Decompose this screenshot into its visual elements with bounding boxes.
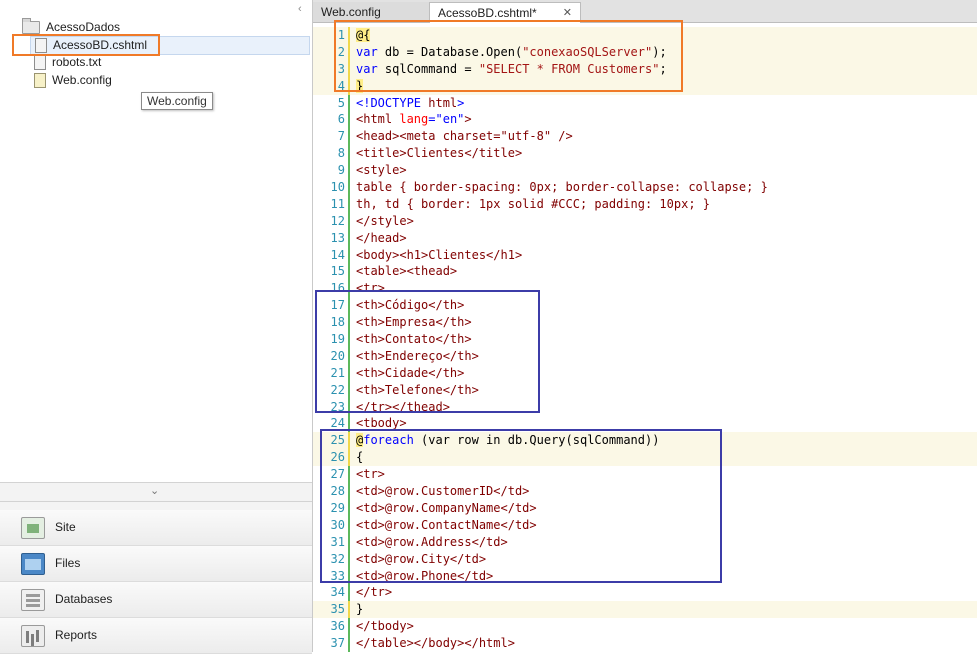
tab-label: AcessoBD.cshtml* — [438, 6, 537, 20]
config-file-icon — [34, 73, 46, 89]
code-line: 6 <html lang="en"> — [337, 111, 472, 129]
code-line: 13 </head> — [330, 229, 407, 247]
code-line: 18 <th>Empresa</th> — [330, 314, 472, 332]
code-line: 32 <td>@row.City</td> — [330, 550, 487, 568]
tree-file-robots[interactable]: robots.txt — [34, 54, 101, 71]
site-icon — [21, 517, 45, 539]
code-line: 12 </style> — [330, 212, 414, 230]
code-line: 5 <!DOCTYPE html> — [337, 94, 465, 112]
databases-icon — [21, 589, 45, 611]
code-line: 37 </table></body></html> — [330, 635, 515, 652]
code-line: 25 @foreach (var row in db.Query(sqlComma… — [313, 432, 977, 450]
code-line: 28 <td>@row.CustomerID</td> — [330, 483, 530, 500]
tree-file-label: Web.config — [52, 73, 112, 87]
tree-folder-acessodados[interactable]: AcessoDados — [22, 18, 121, 36]
code-area[interactable]: 1 @{ 2 var db = Database.Open("conexaoSQLS… — [313, 27, 977, 652]
nav-item-files[interactable]: Files — [0, 546, 312, 582]
tab-acessobd[interactable]: AcessoBD.cshtml* ✕ — [429, 2, 581, 23]
panel-splitter[interactable]: ⌄ — [0, 482, 312, 502]
tree-file-label: AcessoBD.cshtml — [53, 38, 148, 52]
chevron-down-icon[interactable]: ⌄ — [150, 484, 159, 497]
file-tree: ‹ AcessoDados AcessoBD.cshtml robots.txt… — [0, 0, 312, 482]
left-panel: ‹ AcessoDados AcessoBD.cshtml robots.txt… — [0, 0, 313, 654]
code-line: 27 <tr> — [330, 466, 385, 484]
code-line: 7 <head><meta charset="utf-8" /> — [337, 128, 573, 146]
code-line: 26{ — [313, 449, 977, 467]
file-icon — [35, 38, 47, 54]
code-line: 16 <tr> — [330, 280, 385, 298]
tree-file-label: robots.txt — [52, 55, 102, 69]
code-line: 36 </tbody> — [330, 618, 414, 636]
code-line: 9 <style> — [337, 162, 407, 180]
code-line: 21 <th>Cidade</th> — [330, 364, 465, 382]
code-line: 11 th, td { border: 1px solid #CCC; paddi… — [330, 195, 711, 213]
code-line: 35} — [313, 601, 977, 619]
nav-item-reports[interactable]: Reports — [0, 618, 312, 654]
code-line: 17 <th>Código</th> — [330, 297, 465, 315]
tooltip: Web.config — [141, 92, 213, 110]
workspace-nav: Site Files Databases Reports — [0, 502, 312, 654]
nav-item-label: Reports — [55, 628, 98, 642]
code-line: 1 @{ — [313, 27, 977, 44]
files-icon — [21, 553, 45, 575]
code-line: 29 <td>@row.CompanyName</td> — [330, 499, 537, 517]
code-line: 31 <td>@row.Address</td> — [330, 533, 508, 551]
code-line: 23 </tr></thead> — [330, 398, 450, 416]
code-line: 8 <title>Clientes</title> — [337, 145, 523, 163]
nav-item-label: Site — [55, 520, 76, 534]
nav-item-site[interactable]: Site — [0, 510, 312, 546]
code-line: 20 <th>Endereço</th> — [330, 347, 479, 365]
code-line: 33 <td>@row.Phone</td> — [330, 567, 494, 585]
collapse-panel-icon[interactable]: ‹ — [298, 3, 302, 15]
reports-icon — [21, 625, 45, 647]
folder-icon — [22, 18, 40, 35]
file-icon — [34, 55, 46, 71]
code-line: 4} — [313, 77, 977, 95]
code-line: 19 <th>Contato</th> — [330, 331, 472, 348]
nav-item-label: Files — [55, 556, 81, 570]
code-line: 24 <tbody> — [330, 415, 407, 433]
nav-item-label: Databases — [55, 592, 113, 606]
code-line: 2 var db = Database.Open("conexaoSQLServe… — [313, 43, 977, 61]
tree-file-webconfig[interactable]: Web.config — [34, 72, 112, 89]
editor-tabs: Web.config AcessoBD.cshtml* ✕ — [313, 0, 977, 23]
code-line: 3 var sqlCommand = "SELECT * FROM Custome… — [313, 60, 977, 78]
code-editor: Web.config AcessoBD.cshtml* ✕ 1 @{ 2 var db… — [313, 0, 977, 652]
tree-file-acessobd[interactable]: AcessoBD.cshtml — [30, 36, 310, 55]
code-line: 15 <table><thead> — [330, 263, 458, 281]
close-icon[interactable]: ✕ — [563, 3, 572, 23]
tree-folder-label: AcessoDados — [46, 20, 121, 34]
code-line: 22 <th>Telefone</th> — [330, 381, 479, 399]
code-line: 14 <body><h1>Clientes</h1> — [330, 246, 523, 264]
tab-web-config[interactable]: Web.config — [313, 2, 429, 22]
nav-item-databases[interactable]: Databases — [0, 582, 312, 618]
tab-label: Web.config — [321, 5, 381, 19]
code-line: 34 </tr> — [330, 584, 393, 602]
code-line: 30 <td>@row.ContactName</td> — [330, 516, 537, 534]
code-line: 10 table { border-spacing: 0px; border-co… — [330, 179, 768, 196]
